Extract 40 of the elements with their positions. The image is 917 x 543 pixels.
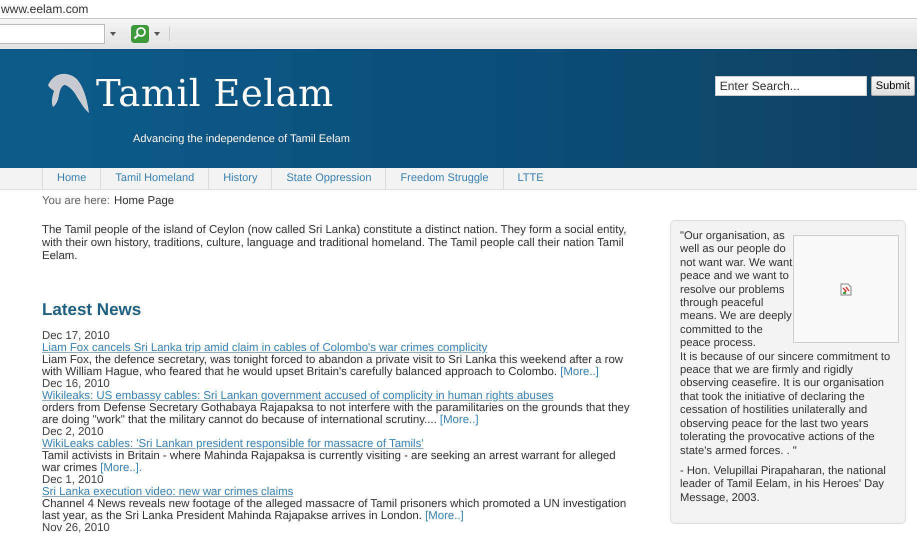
broken-image-icon bbox=[840, 282, 852, 296]
nav-link[interactable]: Home bbox=[42, 168, 100, 189]
news-title-link[interactable]: Sri Lanka execution video: new war crimes claims bbox=[42, 486, 294, 498]
news-date: Dec 16, 2010 bbox=[42, 378, 111, 390]
address-text: www.eelam.com bbox=[0, 1, 90, 18]
news-date: Nov 26, 2010 bbox=[42, 522, 111, 534]
more-link[interactable]: [More..]. bbox=[100, 462, 142, 474]
nav-link[interactable]: LTTE bbox=[502, 168, 558, 189]
submit-button[interactable]: Submit bbox=[870, 76, 915, 96]
site-tagline: Advancing the independence of Tamil Eelam bbox=[133, 133, 350, 145]
more-link[interactable]: [More..] bbox=[440, 414, 479, 426]
news-title-link[interactable]: Wikileaks: US embassy cables: Sri Lankan government accused of complicity in human rights abuses bbox=[42, 390, 554, 402]
nav-link[interactable]: State Oppression bbox=[271, 168, 386, 189]
news-title-link[interactable]: WikiLeaks cables: 'Sri Lankan president responsible for massacre of Tamils' bbox=[42, 438, 424, 450]
news-summary: Tamil activists in Britain - where Mahinda Rajapaksa is currently visiting - are seeking an arrest warrant for alleged war crimes [More..]. bbox=[42, 450, 617, 474]
more-link[interactable]: [More..] bbox=[425, 510, 464, 522]
search-field[interactable]: Enter Search... bbox=[714, 76, 867, 96]
news-date: Dec 17, 2010 bbox=[42, 330, 111, 342]
nav-link[interactable]: Freedom Struggle bbox=[385, 168, 502, 189]
section-heading: Latest News bbox=[42, 300, 142, 320]
news-summary: Liam Fox, the defence secretary, was tonight forced to abandon a private visit to Sri Lanka this weekend after a row with William Hague, who feared that he would upset Britain's carefully balanced approach to Colombo. [More..] bbox=[42, 354, 624, 378]
intro-paragraph: The Tamil people of the island of Ceylon (now called Sri Lanka) constitute a distinct nation. They form a social entity, with their own history, traditions, culture, language and traditional homeland. The Tamil people call their nation Tamil Eelam. bbox=[42, 224, 628, 263]
breadcrumb-label: You are here: bbox=[42, 195, 110, 207]
breadcrumb-link[interactable]: Home Page bbox=[114, 195, 174, 207]
search-icon[interactable] bbox=[131, 25, 149, 43]
site-title: Tamil Eelam bbox=[96, 72, 334, 114]
news-summary: Channel 4 News reveals new footage of the alleged massacre of Tamil prisoners which promoted a UN investigation last year, as the Sri Lanka President Mahinda Rajapakse arrives in London. [More..] bbox=[42, 498, 628, 522]
news-title-link[interactable]: Liam Fox cancels Sri Lanka trip amid claim in cables of Colombo's war crimes complicity bbox=[42, 342, 488, 354]
news-date: Dec 2, 2010 bbox=[42, 426, 104, 438]
toolbar-field[interactable] bbox=[0, 24, 105, 44]
nav-link[interactable]: Tamil Homeland bbox=[100, 168, 208, 189]
nav-link[interactable]: History bbox=[208, 168, 272, 189]
news-date: Dec 1, 2010 bbox=[42, 474, 104, 486]
news-summary: orders from Defense Secretary Gothabaya Rajapaksa to not interfere with the paramilitaries on the grounds that they are doing "work" that the military cannot do because of international scrutiny.... [More..] bbox=[42, 402, 631, 426]
more-link[interactable]: [More..] bbox=[560, 366, 599, 378]
dropdown-caret-icon[interactable] bbox=[109, 31, 117, 37]
quote-text: "Our organisation, as well as our people do not want war. We want peace and we want to resolve our problems through peaceful means. We are deeply committed to the peace process. bbox=[680, 230, 794, 351]
quote-attribution: - Hon. Velupillai Pirapaharan, the national leader of Tamil Eelam, in his Heroes' Day Message, 2003. bbox=[680, 464, 887, 506]
dropdown-caret-icon[interactable] bbox=[153, 31, 161, 37]
quote-text: It is because of our sincere commitment to peace that we are firmly and rigidly observing ceasefire. It is our organisation that took the initiative of declaring the cessation of hostilities unilaterally and observing peace for the last two years tolerating the provocative actions of the state's armed forces. . " bbox=[680, 350, 892, 458]
